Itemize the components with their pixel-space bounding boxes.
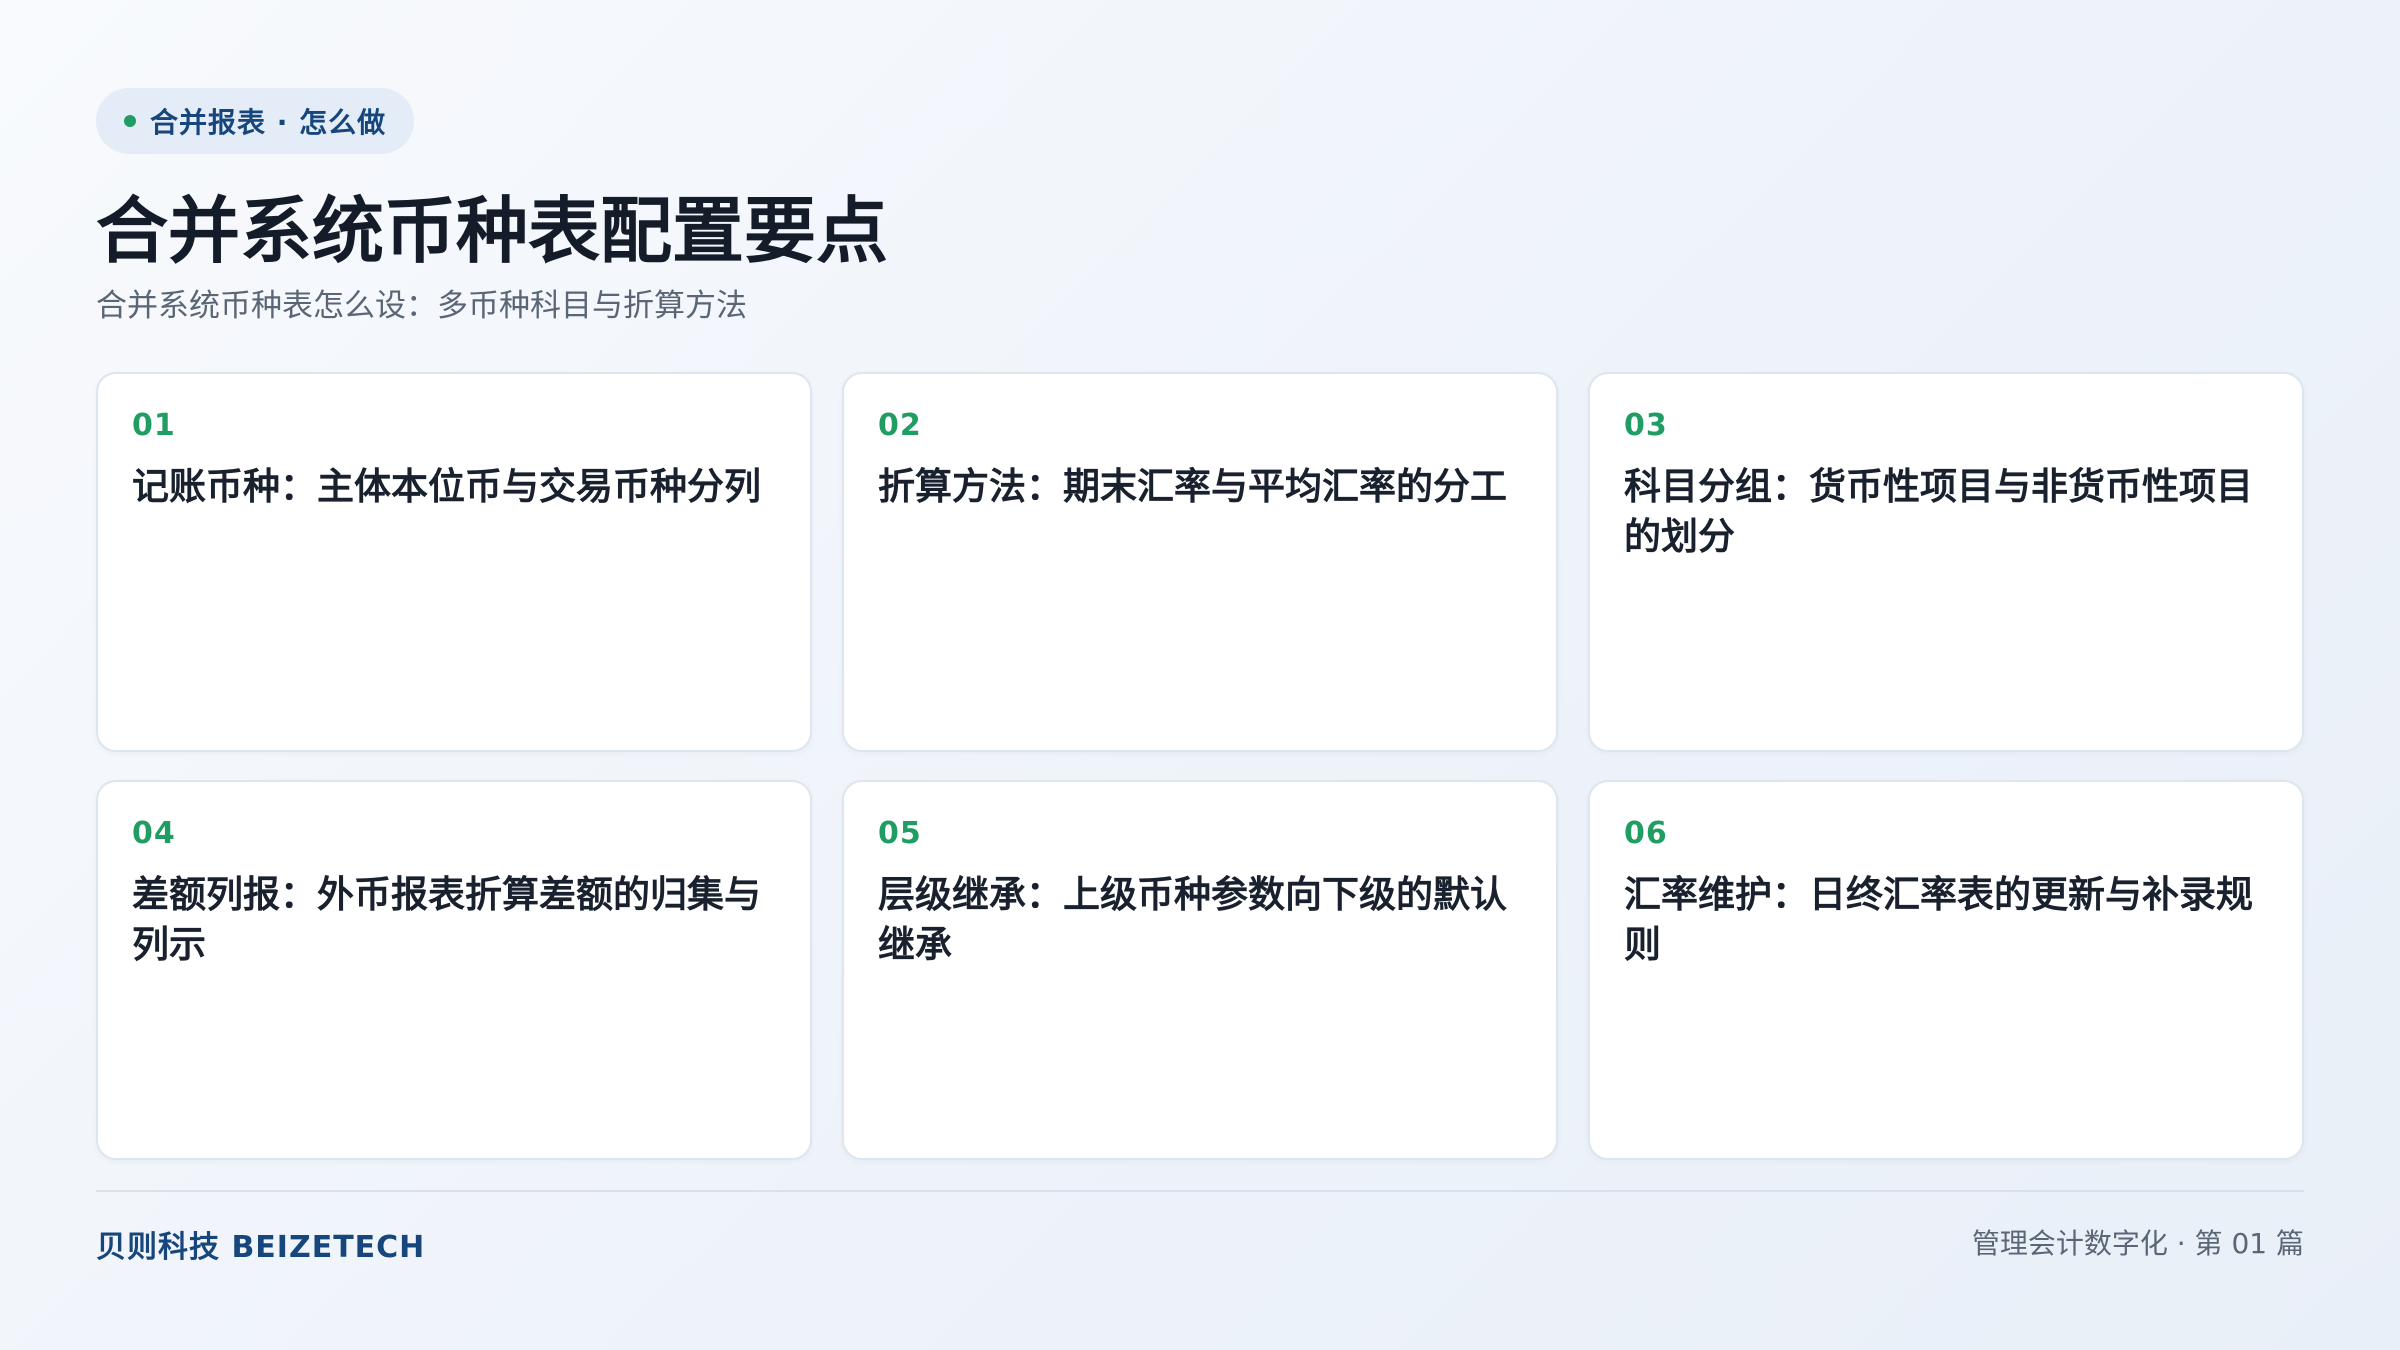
card-05: 05 层级继承：上级币种参数向下级的默认继承 (842, 780, 1558, 1160)
card-number: 01 (132, 408, 176, 443)
card-02: 02 折算方法：期末汇率与平均汇率的分工 (842, 372, 1558, 752)
card-01: 01 记账币种：主体本位币与交易币种分列 (96, 372, 812, 752)
card-number: 05 (878, 816, 922, 851)
page-subtitle: 合并系统币种表怎么设：多币种科目与折算方法 (96, 288, 747, 324)
category-tag-label: 合并报表 · 怎么做 (150, 106, 387, 139)
series-label: 管理会计数字化 · 第 01 篇 (1971, 1227, 2304, 1260)
card-03: 03 科目分组：货币性项目与非货币性项目的划分 (1588, 372, 2304, 752)
page-title: 合并系统币种表配置要点 (96, 189, 889, 273)
card-text: 汇率维护：日终汇率表的更新与补录规则 (1624, 873, 2253, 967)
card-06: 06 汇率维护：日终汇率表的更新与补录规则 (1588, 780, 2304, 1160)
footer-divider (96, 1190, 2304, 1192)
card-number: 03 (1624, 408, 1668, 443)
card-text: 科目分组：货币性项目与非货币性项目的划分 (1624, 465, 2253, 559)
card-text: 折算方法：期末汇率与平均汇率的分工 (878, 465, 1507, 508)
card-text: 差额列报：外币报表折算差额的归集与列示 (132, 873, 761, 967)
card-text: 层级继承：上级币种参数向下级的默认继承 (878, 873, 1507, 967)
category-tag: 合并报表 · 怎么做 (96, 88, 415, 154)
card-number: 02 (878, 408, 922, 443)
card-number: 04 (132, 816, 176, 851)
tag-dot-icon (124, 115, 136, 127)
brand-label: 贝则科技 BEIZETECH (96, 1230, 426, 1265)
slide: 合并报表 · 怎么做 合并系统币种表配置要点 合并系统币种表怎么设：多币种科目与… (96, 88, 2304, 1288)
card-text: 记账币种：主体本位币与交易币种分列 (132, 465, 761, 508)
card-number: 06 (1624, 816, 1668, 851)
card-04: 04 差额列报：外币报表折算差额的归集与列示 (96, 780, 812, 1160)
card-grid: 01 记账币种：主体本位币与交易币种分列 02 折算方法：期末汇率与平均汇率的分… (96, 372, 2304, 1160)
